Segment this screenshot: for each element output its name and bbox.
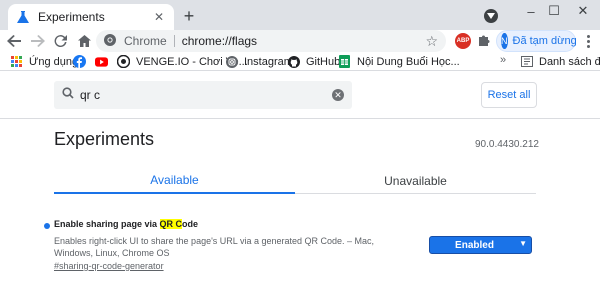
reading-list-button[interactable]: Danh sách đọc	[520, 54, 600, 69]
profile-button[interactable]: N Đã tạm dừng	[496, 30, 577, 52]
browser-tab[interactable]: Experiments ✕	[8, 4, 174, 30]
modified-indicator	[44, 223, 50, 229]
extensions-puzzle-icon[interactable]	[477, 33, 493, 49]
site-label: Chrome	[124, 34, 167, 48]
tab-available[interactable]: Available	[54, 167, 295, 194]
bookmarks-overflow-button[interactable]: »	[500, 54, 506, 66]
bookmark-label: GitHub	[306, 55, 341, 68]
star-icon[interactable]: ☆	[425, 33, 438, 50]
flag-state-select[interactable]: Enabled ▼	[429, 236, 532, 254]
flag-permalink[interactable]: #sharing-qr-code-generator	[54, 261, 164, 271]
tab-search-button[interactable]	[484, 9, 498, 23]
search-icon	[62, 86, 74, 104]
youtube-icon	[95, 55, 108, 68]
bookmark-sheet[interactable]: Nội Dung Buổi Học...	[338, 54, 460, 69]
chevron-down-icon: ▼	[519, 239, 527, 248]
flask-icon	[16, 10, 30, 24]
page-title: Experiments	[54, 129, 155, 149]
back-icon[interactable]	[6, 33, 22, 49]
reset-all-button[interactable]: Reset all	[481, 82, 537, 108]
flag-entry: Enable sharing page via QR Code Enables …	[44, 219, 544, 279]
toolbar: Chrome chrome://flags ☆ ABP N Đã tạm dừn…	[0, 30, 600, 52]
omnibox-divider	[173, 35, 175, 47]
bookmark-github[interactable]: GitHub	[287, 54, 340, 69]
search-box[interactable]: ✕	[54, 81, 352, 109]
close-window-button[interactable]: ✕	[566, 0, 600, 22]
chrome-icon	[104, 33, 116, 49]
reading-list-icon	[520, 55, 533, 68]
venge-icon	[117, 55, 130, 68]
bookmark-instagram[interactable]: Instagram	[225, 54, 293, 69]
search-match-highlight: QR C	[159, 219, 183, 229]
flag-title-text-end: ode	[182, 219, 199, 229]
bookmark-label: Nội Dung Buổi Học...	[357, 55, 460, 68]
sheets-icon	[338, 55, 351, 68]
reading-list-label: Danh sách đọc	[539, 55, 600, 68]
adblock-icon[interactable]: ABP	[455, 33, 471, 49]
flags-tabs: Available Unavailable	[54, 167, 536, 194]
profile-status: Đã tạm dừng	[512, 35, 577, 47]
bookmark-label: Ứng dụng	[29, 55, 79, 68]
bookmark-label: Instagram	[244, 55, 293, 68]
bookmarks-bar: Ứng dụng VENGE.IO - Chơi Ve... Instagram…	[0, 52, 600, 71]
github-icon	[287, 55, 300, 68]
address-bar[interactable]: Chrome chrome://flags ☆	[96, 30, 446, 52]
flag-title: Enable sharing page via QR Code	[54, 219, 198, 229]
tab-unavailable[interactable]: Unavailable	[295, 167, 536, 194]
forward-icon[interactable]	[30, 33, 46, 49]
facebook-icon	[73, 55, 86, 68]
close-icon[interactable]: ✕	[152, 10, 166, 24]
search-input[interactable]	[80, 88, 320, 102]
home-icon[interactable]	[76, 33, 92, 49]
clear-search-icon[interactable]: ✕	[332, 89, 344, 101]
bookmark-apps[interactable]: Ứng dụng	[10, 54, 78, 69]
chevron-down-icon	[487, 13, 495, 19]
bookmark-facebook[interactable]	[73, 54, 92, 69]
version-number: 90.0.4430.212	[475, 139, 539, 150]
url-text[interactable]: chrome://flags	[182, 34, 257, 48]
instagram-icon	[225, 55, 238, 68]
bookmark-youtube[interactable]	[95, 54, 114, 69]
reload-icon[interactable]	[52, 33, 68, 49]
avatar: N	[501, 33, 508, 49]
flag-title-text: Enable sharing page via	[54, 219, 160, 229]
apps-grid-icon	[10, 55, 23, 68]
tab-strip: Experiments ✕ + – ☐ ✕	[0, 0, 600, 30]
flags-page: ✕ Reset all Experiments 90.0.4430.212 Av…	[0, 72, 600, 303]
kebab-menu-icon[interactable]	[582, 33, 594, 49]
tab-title: Experiments	[38, 10, 105, 24]
flag-state-value: Enabled	[455, 239, 494, 251]
new-tab-button[interactable]: +	[180, 7, 198, 25]
flag-description: Enables right-click UI to share the page…	[54, 236, 375, 258]
search-header: ✕ Reset all	[0, 72, 600, 119]
